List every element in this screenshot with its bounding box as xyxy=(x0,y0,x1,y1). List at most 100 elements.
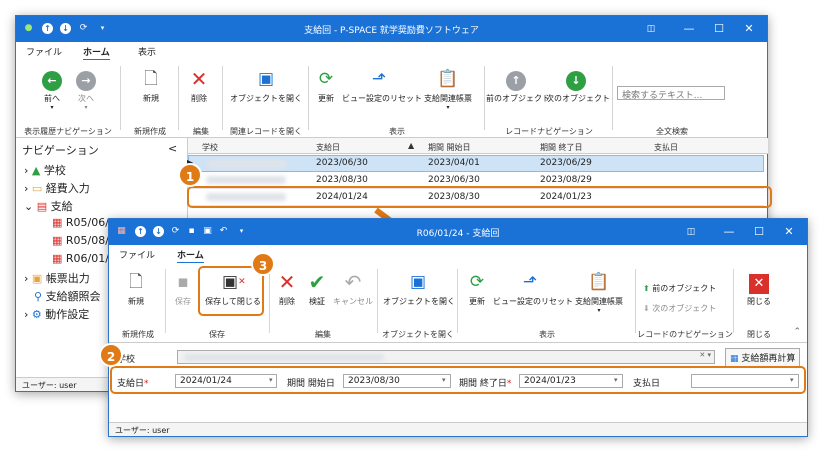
delete-icon: ✕ xyxy=(190,67,208,91)
delete-button[interactable]: ✕ 削除 xyxy=(184,68,214,104)
group-label-close: 閉じる xyxy=(747,330,771,339)
new-button[interactable]: 🗋 新規 xyxy=(119,271,153,307)
tab-view[interactable]: 表示 xyxy=(138,45,156,58)
reset-view-button[interactable]: ⬏ ビュー設定のリセット xyxy=(493,271,573,307)
open-object-icon: ▣ xyxy=(409,272,427,292)
arrow-up-icon: ↑ xyxy=(506,71,526,91)
close-icon: ✕ xyxy=(749,274,769,294)
calendar-icon: ▦ xyxy=(52,216,63,229)
arrow-down-icon: ↓ xyxy=(566,71,586,91)
nav-item-expense[interactable]: › ▭ 経費入力 xyxy=(24,180,90,196)
ribbon-collapse-icon[interactable]: ⌃ xyxy=(793,327,801,337)
tab-home[interactable]: ホーム xyxy=(83,45,110,61)
nav-item-inquiry[interactable]: ⚲ 支給額照会 xyxy=(34,288,101,304)
related-report-button[interactable]: 📋 支給関連帳票 ▾ xyxy=(418,68,478,111)
cell-end: 2023/06/29 xyxy=(540,158,592,168)
ribbon: ← 前へ ▾ → 次へ ▾ 🗋 新規 ✕ 削除 ▣ オブジェクトを開く ⟳ 更新 ⬏ ビュー設定の… xyxy=(16,60,767,138)
table-row[interactable]: ▶ 2023/06/30 2023/04/01 2023/06/29 xyxy=(187,155,764,172)
group-label-view: 表示 xyxy=(389,127,405,136)
arrow-down-icon: ⬇ xyxy=(643,304,650,313)
col-header-end[interactable]: 期間 終了日 xyxy=(540,142,583,153)
minimize-button[interactable]: — xyxy=(677,20,701,38)
delete-icon: ✕ xyxy=(278,270,296,294)
cancel-button[interactable]: ↶ キャンセル xyxy=(333,271,373,307)
nav-item-payment[interactable]: ⌄ ▤ 支給 xyxy=(24,198,73,214)
gear-icon: ⚙ xyxy=(31,308,42,321)
open-object-button[interactable]: ▣ オブジェクトを開く xyxy=(230,68,302,104)
nav-item-reports[interactable]: › ▣ 帳票出力 xyxy=(24,270,90,286)
nav-item-r06-01[interactable]: ▦ R06/01/ xyxy=(52,252,109,265)
prev-object-button[interactable]: ⬆ 前のオブジェクト xyxy=(643,283,719,294)
col-header-start[interactable]: 期間 開始日 xyxy=(428,142,471,153)
magnifier-icon: ⚲ xyxy=(34,290,43,303)
highlight-row-box xyxy=(187,186,772,208)
calculator-icon: ▦ xyxy=(730,354,739,364)
col-header-pay-date[interactable]: 支給日 xyxy=(316,142,340,153)
clipboard-icon: 📋 xyxy=(588,272,610,292)
cell-pay-date: 2023/06/30 xyxy=(316,158,368,168)
maximize-button[interactable]: ☐ xyxy=(747,223,771,241)
group-label-fulltext: 全文検索 xyxy=(656,127,688,136)
school-icon: ▲ xyxy=(31,164,41,177)
col-header-school[interactable]: 学校 xyxy=(202,142,218,153)
step-badge-3: 3 xyxy=(251,252,275,276)
delete-button[interactable]: ✕ 削除 xyxy=(273,271,301,307)
nav-item-r05-08[interactable]: ▦ R05/08/ xyxy=(52,234,109,247)
group-label-related: 関連レコードを開く xyxy=(230,127,302,136)
refresh-arrows-icon: ⟳ xyxy=(318,69,334,89)
verify-button[interactable]: ✔ 検証 xyxy=(303,271,331,307)
title-bar: ▦ ↑ ↓ ⟳ ▪ ▣ ↶ ▾ R06/01/24 - 支給回 ◫ — ☐ ✕ xyxy=(109,219,807,245)
new-button[interactable]: 🗋 新規 xyxy=(134,68,168,104)
tab-home[interactable]: ホーム xyxy=(177,248,204,264)
col-header-paid[interactable]: 支払日 xyxy=(654,142,678,153)
refresh-button[interactable]: ⟳ 更新 xyxy=(463,271,491,307)
nav-title: ナビゲーション xyxy=(22,144,99,157)
tab-file[interactable]: ファイル xyxy=(26,45,62,58)
help-icon[interactable]: ◫ xyxy=(679,223,703,241)
nav-item-settings[interactable]: › ⚙ 動作設定 xyxy=(24,306,89,322)
nav-item-school[interactable]: › ▲ 学校 xyxy=(24,162,66,178)
status-bar: ユーザー: user xyxy=(109,422,807,436)
back-button[interactable]: ← 前へ ▾ xyxy=(34,68,70,111)
clipboard-icon: 📋 xyxy=(437,69,459,89)
close-window-button[interactable]: ✕ 閉じる xyxy=(741,271,777,307)
step-badge-2: 2 xyxy=(99,343,123,367)
open-object-button[interactable]: ▣ オブジェクトを開く xyxy=(383,271,455,307)
report-icon: ▣ xyxy=(31,272,43,285)
related-report-button[interactable]: 📋 支給関連帳票 ▾ xyxy=(569,271,629,314)
forward-button[interactable]: → 次へ ▾ xyxy=(68,68,104,111)
calendar-icon: ▦ xyxy=(52,234,63,247)
save-icon: ▪ xyxy=(177,272,189,292)
calendar-icon: ▦ xyxy=(52,252,63,265)
reset-view-icon: ⬏ xyxy=(371,69,387,89)
nav-collapse-button[interactable]: < xyxy=(168,142,177,155)
tab-file[interactable]: ファイル xyxy=(119,248,155,261)
prev-object-button[interactable]: ↑ 前のオブジェクト xyxy=(486,68,550,104)
group-label-history-nav: 表示履歴ナビゲーション xyxy=(24,127,112,136)
new-document-icon: 🗋 xyxy=(129,272,143,292)
cell-pay-date: 2023/08/30 xyxy=(316,175,368,185)
refresh-arrows-icon: ⟳ xyxy=(469,272,485,292)
nav-item-r05-06[interactable]: ▦ R05/06/ xyxy=(52,216,109,229)
recalculate-button[interactable]: ▦ 支給額再計算 xyxy=(725,348,801,367)
maximize-button[interactable]: ☐ xyxy=(707,20,731,38)
minimize-button[interactable]: — xyxy=(717,223,741,241)
step-badge-1: 1 xyxy=(178,163,202,187)
detail-window: ▦ ↑ ↓ ⟳ ▪ ▣ ↶ ▾ R06/01/24 - 支給回 ◫ — ☐ ✕ … xyxy=(108,218,808,437)
ribbon-tabs: ファイル ホーム 表示 xyxy=(16,42,767,61)
school-field[interactable]: ✕ ▾ xyxy=(177,350,715,364)
save-button[interactable]: ▪ 保存 xyxy=(169,271,197,307)
arrow-left-icon: ← xyxy=(42,71,62,91)
close-button[interactable]: ✕ xyxy=(777,223,801,241)
group-label-save: 保存 xyxy=(209,330,225,339)
search-input[interactable]: 検索するテキスト... xyxy=(617,86,725,101)
checkmark-icon: ✔ xyxy=(308,270,326,294)
reset-view-button[interactable]: ⬏ ビュー設定のリセット xyxy=(342,68,422,104)
next-object-button[interactable]: ⬇ 次のオブジェクト xyxy=(643,303,719,314)
next-object-button[interactable]: ↓ 次のオブジェクト xyxy=(546,68,610,104)
refresh-button[interactable]: ⟳ 更新 xyxy=(312,68,340,104)
help-icon[interactable]: ◫ xyxy=(639,20,663,38)
cell-start: 2023/04/01 xyxy=(428,158,480,168)
group-label-view: 表示 xyxy=(539,330,555,339)
close-button[interactable]: ✕ xyxy=(737,20,761,38)
